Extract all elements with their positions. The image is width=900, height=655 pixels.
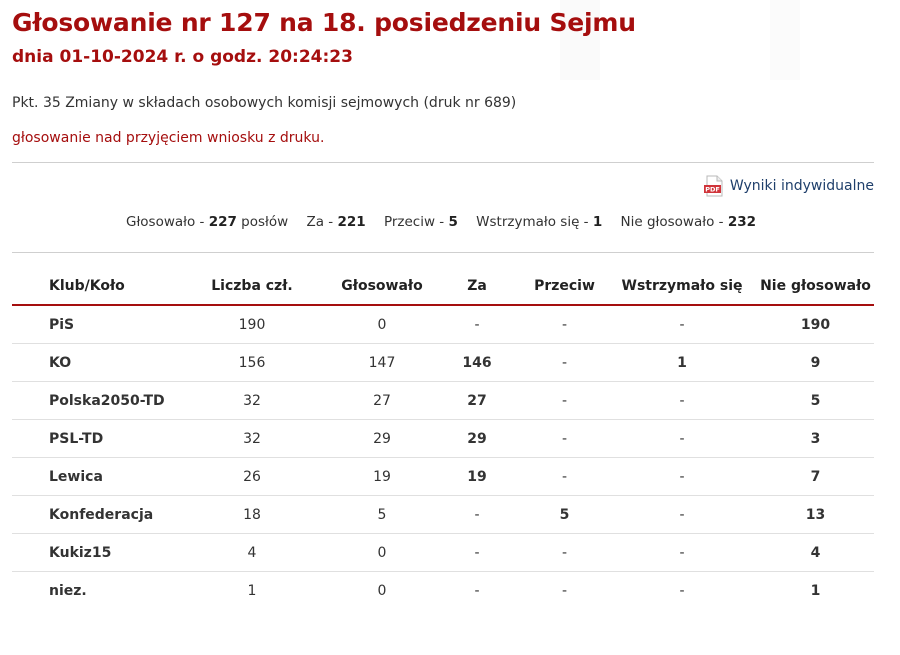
cell-absent: 3 bbox=[757, 419, 874, 458]
summary-voted: Głosowało - 227 posłów bbox=[125, 214, 289, 230]
cell-voted: 29 bbox=[332, 419, 432, 458]
cell-abstain: - bbox=[679, 582, 685, 599]
table-row: KO 156 147 146-1 9 bbox=[12, 343, 874, 382]
results-table: Klub/Koło Liczba czł. Głosowało Za Przec… bbox=[12, 267, 874, 609]
col-header-absent: Nie głosowało bbox=[757, 267, 874, 306]
col-header-against: Przeciw bbox=[522, 267, 607, 306]
cell-against: - bbox=[522, 305, 607, 344]
cell-voted: 19 bbox=[332, 457, 432, 496]
pdf-icon: PDF bbox=[703, 175, 723, 197]
cell-club[interactable]: PSL-TD bbox=[12, 419, 172, 458]
table-row: PSL-TD 32 29 29- -3 bbox=[12, 419, 874, 458]
cell-for: 29 bbox=[432, 419, 522, 458]
cell-voted: 5 bbox=[332, 495, 432, 534]
cell-for: 146 bbox=[432, 343, 522, 382]
cell-absent: 13 bbox=[757, 495, 874, 534]
cell-club[interactable]: Polska2050-TD bbox=[12, 381, 172, 420]
col-header-members: Liczba czł. bbox=[172, 267, 332, 306]
cell-absent: 9 bbox=[757, 343, 874, 382]
cell-club[interactable]: PiS bbox=[12, 305, 172, 344]
cell-abstain: 1 bbox=[607, 343, 757, 382]
cell-members: 32 bbox=[172, 419, 332, 458]
cell-against: 5 bbox=[522, 495, 607, 534]
cell-against: - bbox=[522, 457, 607, 496]
cell-voted: 0 bbox=[332, 305, 432, 344]
agenda-item: Pkt. 35 Zmiany w składach osobowych komi… bbox=[12, 95, 517, 111]
summary-abstain: Wstrzymało się - 1 bbox=[476, 214, 603, 230]
cell-club[interactable]: Lewica bbox=[12, 457, 172, 496]
col-header-club: Klub/Koło bbox=[12, 267, 172, 306]
cell-voted: 147 bbox=[332, 343, 432, 382]
col-header-abstain: Wstrzymało się bbox=[607, 267, 757, 306]
cell-members: 1 bbox=[247, 582, 257, 599]
cell-absent: 4 bbox=[757, 533, 874, 572]
motion-description: głosowanie nad przyjęciem wniosku z druk… bbox=[12, 130, 325, 146]
cell-abstain: - bbox=[607, 381, 757, 420]
svg-text:PDF: PDF bbox=[705, 186, 720, 194]
cell-for: 19 bbox=[432, 457, 522, 496]
page-title: Głosowanie nr 127 na 18. posiedzeniu Sej… bbox=[12, 8, 636, 37]
table-row: Kukiz15 4 0- - -4 bbox=[12, 533, 874, 572]
individual-results-label[interactable]: Wyniki indywidualne bbox=[730, 178, 874, 194]
col-header-voted: Głosowało bbox=[332, 267, 432, 306]
individual-results-link[interactable]: PDF Wyniki indywidualne bbox=[703, 175, 874, 197]
cell-for: - bbox=[432, 533, 522, 572]
summary-for: Za - 221 bbox=[306, 214, 366, 230]
cell-absent: 190 bbox=[757, 305, 874, 344]
vote-summary: Głosowało - 227 posłów Za - 221 Przeciw … bbox=[0, 214, 882, 230]
table-row: Polska2050-TD 32 27 27- -5 bbox=[12, 381, 874, 420]
cell-for: - bbox=[474, 582, 480, 599]
cell-voted: 0 bbox=[377, 582, 387, 599]
divider bbox=[12, 162, 874, 163]
cell-abstain: - bbox=[607, 305, 757, 344]
cell-club[interactable]: Kukiz15 bbox=[12, 533, 172, 572]
cell-abstain: - bbox=[607, 495, 757, 534]
summary-against: Przeciw - 5 bbox=[383, 214, 458, 230]
cell-absent: 7 bbox=[757, 457, 874, 496]
table-row: Lewica 26 19 19- -7 bbox=[12, 457, 874, 496]
table-row: Konfederacja 18 5-5-13 bbox=[12, 495, 874, 534]
cell-members: 18 bbox=[172, 495, 332, 534]
cell-club[interactable]: KO bbox=[12, 343, 172, 382]
cell-abstain: - bbox=[607, 533, 757, 572]
cell-abstain: - bbox=[607, 457, 757, 496]
table-header-row: Klub/Koło Liczba czł. Głosowało Za Przec… bbox=[12, 267, 874, 306]
cell-members: 26 bbox=[172, 457, 332, 496]
header-background-right bbox=[770, 0, 800, 80]
cell-for: - bbox=[432, 305, 522, 344]
cell-for: 27 bbox=[432, 381, 522, 420]
summary-absent: Nie głosowało - 232 bbox=[620, 214, 756, 230]
col-header-for: Za bbox=[432, 267, 522, 306]
divider bbox=[12, 252, 874, 253]
cell-absent: 1 bbox=[810, 582, 821, 599]
cell-against: - bbox=[561, 582, 568, 599]
cell-for: - bbox=[432, 495, 522, 534]
cell-abstain: - bbox=[607, 419, 757, 458]
table-row: PiS 190 0- - -190 bbox=[12, 305, 874, 344]
cell-voted: 0 bbox=[332, 533, 432, 572]
cell-against: - bbox=[522, 419, 607, 458]
cell-members: 32 bbox=[172, 381, 332, 420]
cell-members: 4 bbox=[172, 533, 332, 572]
cell-absent: 5 bbox=[757, 381, 874, 420]
cell-members: 190 bbox=[172, 305, 332, 344]
cell-club[interactable]: niez. bbox=[12, 572, 172, 610]
cell-members: 156 bbox=[172, 343, 332, 382]
vote-date: dnia 01-10-2024 r. o godz. 20:24:23 bbox=[12, 47, 353, 67]
cell-voted: 27 bbox=[332, 381, 432, 420]
cell-against: - bbox=[522, 343, 607, 382]
cell-against: - bbox=[522, 381, 607, 420]
table-row: niez. 1 0 - - - 1 bbox=[12, 572, 874, 610]
cell-club[interactable]: Konfederacja bbox=[12, 495, 172, 534]
cell-against: - bbox=[522, 533, 607, 572]
